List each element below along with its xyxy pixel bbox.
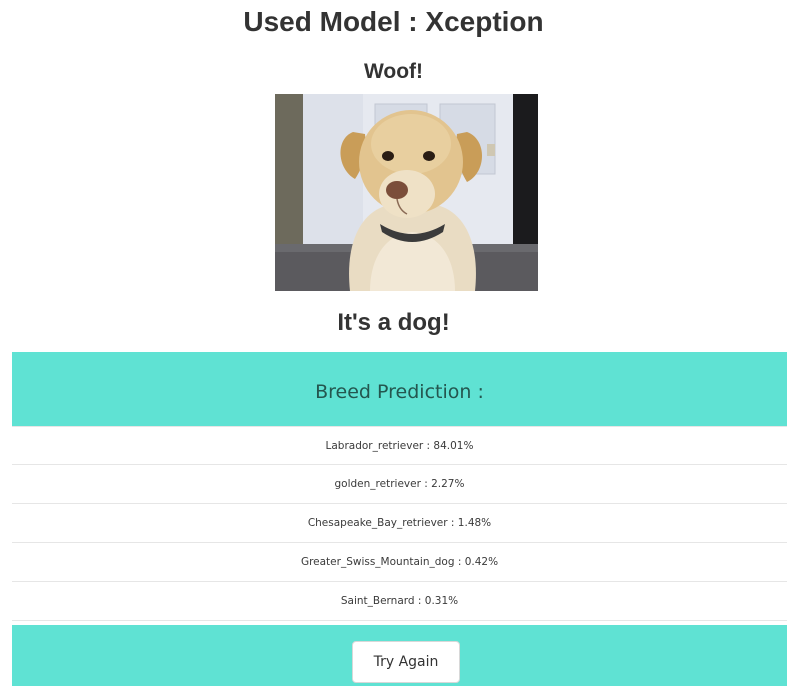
prediction-row: Labrador_retriever : 84.01% bbox=[12, 426, 787, 465]
prediction-list: Labrador_retriever : 84.01% golden_retri… bbox=[12, 426, 787, 621]
dog-verdict: It's a dog! bbox=[337, 309, 450, 336]
try-again-button[interactable]: Try Again bbox=[352, 641, 460, 683]
prediction-row: golden_retriever : 2.27% bbox=[12, 465, 787, 504]
prediction-row: Greater_Swiss_Mountain_dog : 0.42% bbox=[12, 543, 787, 582]
model-title: Used Model : Xception bbox=[243, 6, 544, 37]
greeting-text: Woof! bbox=[363, 60, 424, 83]
breed-prediction-title: Breed Prediction : bbox=[315, 381, 484, 403]
prediction-row: Saint_Bernard : 0.31% bbox=[12, 582, 787, 621]
panel-footer: Try Again bbox=[12, 625, 787, 686]
prediction-row: Chesapeake_Bay_retriever : 1.48% bbox=[12, 504, 787, 543]
dog-photo bbox=[275, 94, 538, 291]
breed-prediction-header: Breed Prediction : bbox=[12, 352, 787, 426]
breed-prediction-panel: Breed Prediction : Labrador_retriever : … bbox=[12, 352, 787, 686]
